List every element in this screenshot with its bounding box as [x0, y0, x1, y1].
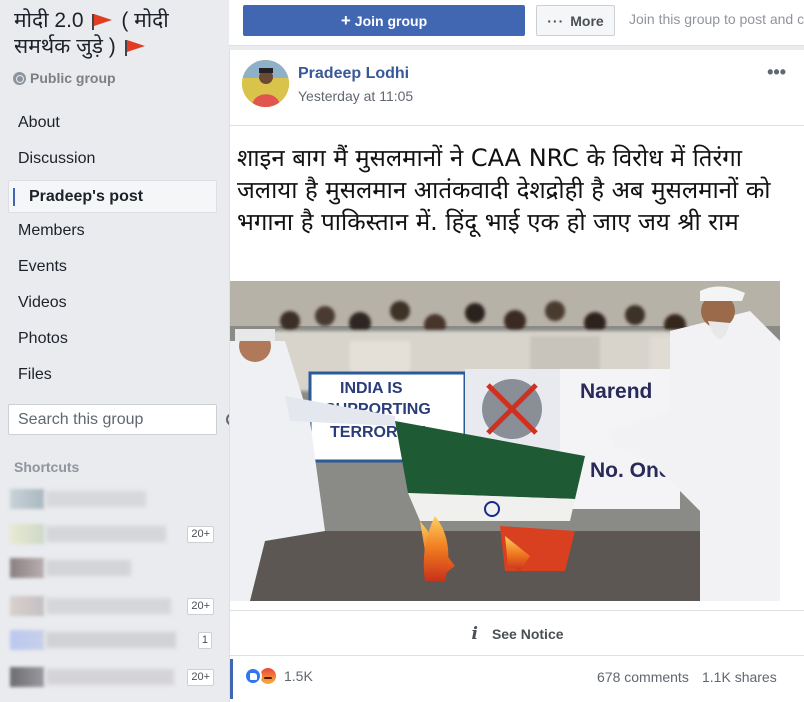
join-group-button[interactable]: + Join group [243, 5, 525, 36]
join-group-label: Join group [354, 12, 428, 29]
nav-item-members[interactable]: Members [8, 214, 217, 250]
group-sidebar: मोदी 2.0 ( मोदी समर्थक जुड़े ) Public gr… [0, 0, 239, 702]
nav-label: Pradeep's post [29, 188, 144, 205]
divider [230, 655, 804, 656]
shortcut-thumbnail [10, 524, 44, 544]
shortcut-item[interactable]: 20+ [10, 522, 220, 546]
post-options-icon[interactable]: ••• [767, 62, 786, 83]
shortcut-thumbnail [10, 558, 44, 578]
nav-label: About [18, 114, 60, 131]
see-notice-label: See Notice [491, 626, 564, 642]
post-text: शाइन बाग मैं मुसलमानों ने CAA NRC के विर… [237, 144, 771, 236]
reactions-summary[interactable]: 1.5K [244, 666, 313, 686]
more-dots-icon: ··· [547, 12, 565, 29]
shares-count[interactable]: 1.1K shares [702, 669, 777, 685]
comments-count[interactable]: 678 comments [597, 669, 689, 685]
shortcut-label-blurred [46, 560, 131, 576]
more-label: More [570, 12, 604, 29]
shortcut-thumbnail [10, 489, 44, 509]
nav-label: Events [18, 258, 67, 275]
flag-icon [124, 40, 146, 56]
more-button[interactable]: ··· More [536, 5, 615, 36]
shortcut-item[interactable]: 20+ [10, 594, 220, 618]
group-privacy: Public group [13, 70, 116, 86]
nav-item-files[interactable]: Files [8, 358, 217, 394]
like-reaction-icon [244, 667, 262, 685]
svg-text:Narend: Narend [580, 380, 652, 403]
shortcut-label-blurred [46, 598, 171, 614]
nav-item-discussion[interactable]: Discussion [8, 142, 217, 178]
shortcut-item[interactable] [10, 556, 220, 580]
reaction-count: 1.5K [284, 668, 313, 684]
nav-item-videos[interactable]: Videos [8, 286, 217, 322]
group-action-bar: + Join group ··· More Join this group to… [229, 0, 804, 46]
svg-text:INDIA IS: INDIA IS [340, 380, 403, 397]
privacy-label: Public group [30, 70, 116, 86]
shortcut-item[interactable] [10, 487, 220, 511]
left-accent-bar [230, 659, 233, 699]
divider [230, 125, 804, 126]
shortcut-item[interactable]: 20+ [10, 665, 220, 689]
nav-label: Videos [18, 294, 67, 311]
shortcut-label-blurred [46, 491, 146, 507]
plus-icon: + [340, 10, 351, 30]
group-title-main: मोदी 2.0 [14, 9, 84, 32]
avatar[interactable] [242, 60, 289, 107]
shortcut-label-blurred [46, 669, 174, 685]
nav-label: Files [18, 366, 52, 383]
nav-label: Discussion [18, 150, 96, 167]
globe-icon [13, 71, 26, 85]
post-image[interactable]: INDIA IS SUPPORTING TERRORISM Narend No.… [230, 281, 780, 601]
divider [230, 610, 804, 611]
shortcuts-title: Shortcuts [14, 459, 80, 475]
post-author[interactable]: Pradeep Lodhi [298, 65, 409, 83]
shortcut-thumbnail [10, 630, 44, 650]
nav-label: Members [18, 222, 85, 239]
nav-item-pradeeps-post[interactable]: Pradeep's post [8, 180, 217, 213]
join-hint-text: Join this group to post and co [629, 11, 804, 27]
nav-item-events[interactable]: Events [8, 250, 217, 286]
shortcut-label-blurred [46, 526, 166, 542]
info-icon: i [471, 624, 478, 644]
shortcut-thumbnail [10, 667, 44, 687]
shortcut-badge: 20+ [187, 668, 214, 686]
nav-item-photos[interactable]: Photos [8, 322, 217, 358]
shortcut-badge: 1 [197, 631, 212, 649]
group-search [8, 404, 239, 435]
shortcut-thumbnail [10, 596, 44, 616]
group-title[interactable]: मोदी 2.0 ( मोदी समर्थक जुड़े ) [14, 8, 219, 60]
shortcut-badge: 20+ [187, 597, 214, 615]
group-nav: About Discussion Pradeep's post Members … [8, 106, 217, 394]
post-timestamp[interactable]: Yesterday at 11:05 [298, 88, 413, 104]
shortcut-label-blurred [46, 632, 176, 648]
shortcut-item[interactable]: 1 [10, 628, 220, 652]
nav-label: Photos [18, 330, 68, 347]
shortcut-badge: 20+ [187, 525, 214, 543]
nav-item-about[interactable]: About [8, 106, 217, 142]
post-card: Pradeep Lodhi Yesterday at 11:05 ••• शाइ… [229, 50, 804, 702]
see-notice[interactable]: i See Notice [230, 620, 804, 648]
flag-icon [91, 14, 113, 30]
group-search-input[interactable] [18, 410, 225, 429]
